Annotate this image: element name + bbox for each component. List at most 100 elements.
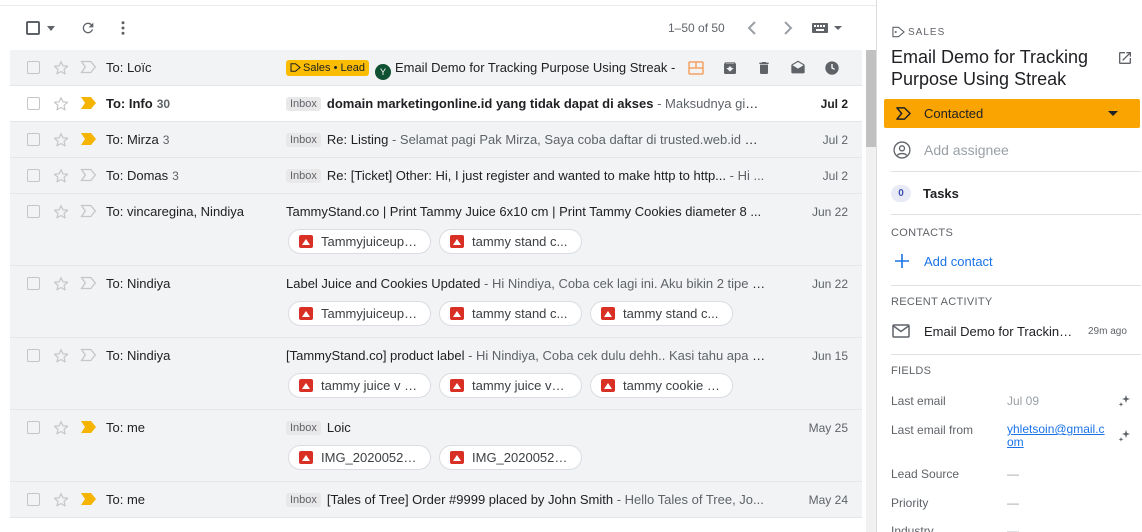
row-recipients: To: Nindiya — [106, 276, 170, 291]
select-all-checkbox[interactable] — [26, 21, 40, 35]
row-checkbox[interactable] — [27, 205, 40, 218]
recipient-text: To: vincaregina, Nindiya — [106, 204, 245, 219]
list-scrollbar-thumb[interactable] — [866, 50, 876, 147]
recipient-text: To: Domas — [106, 168, 169, 183]
newer-chevron-icon[interactable] — [744, 19, 760, 37]
field-last-email[interactable]: Last email Jul 09 — [891, 394, 1141, 410]
input-tools-keyboard-icon[interactable] — [812, 21, 844, 35]
box-title[interactable]: Email Demo for Tracking Purpose Using St… — [891, 46, 1101, 90]
star-icon[interactable] — [52, 275, 70, 293]
star-icon[interactable] — [52, 131, 70, 149]
add-contact-button[interactable]: Add contact — [894, 253, 993, 269]
field-value-email-link[interactable]: yhletsoin@gmail.com — [1007, 423, 1107, 449]
attachment-chip[interactable]: tammy stand c... — [439, 301, 582, 326]
field-last-email-from[interactable]: Last email from yhletsoin@gmail.com — [891, 423, 1141, 451]
thread-row[interactable]: To: Nindiya [TammyStand.co] product label… — [10, 338, 862, 410]
star-icon[interactable] — [52, 59, 70, 77]
importance-marker-on-icon[interactable] — [80, 492, 97, 508]
streak-box-label[interactable]: Sales • Lead — [286, 60, 369, 76]
streak-box-icon[interactable] — [686, 58, 706, 78]
snooze-clock-icon[interactable] — [822, 58, 842, 78]
star-icon[interactable] — [52, 95, 70, 113]
row-checkbox[interactable] — [27, 493, 40, 506]
snippet-text: - Hi Nindiya, Coba cek dulu dehh.. Kasi … — [464, 348, 766, 363]
inbox-label-chip[interactable]: Inbox — [286, 421, 321, 435]
field-industry[interactable]: Industry — — [891, 524, 1141, 532]
refresh-icon[interactable] — [79, 19, 97, 37]
older-chevron-icon[interactable] — [780, 19, 796, 37]
attachment-name: tammy juice v 6... — [321, 378, 420, 393]
importance-marker-on-icon[interactable] — [80, 96, 97, 112]
contacts-header: CONTACTS — [891, 227, 954, 239]
attachment-chip[interactable]: IMG_20200525... — [288, 445, 431, 470]
inbox-label-chip[interactable]: Inbox — [286, 493, 321, 507]
row-checkbox[interactable] — [27, 169, 40, 182]
delete-icon[interactable] — [754, 58, 774, 78]
row-checkbox[interactable] — [27, 349, 40, 362]
thread-row[interactable]: To: Loïc Sales • Lead Y Email Demo for Trac… — [10, 50, 862, 86]
star-icon[interactable] — [52, 419, 70, 437]
thread-row[interactable]: To: Mirza 3 Inbox Re: Listing - Selamat pag… — [10, 122, 862, 158]
thread-row[interactable]: To: vincaregina, Nindiya TammyStand.co | … — [10, 194, 862, 266]
thread-row[interactable]: To: me Inbox [Tales of Tree] Order #9999 p… — [10, 482, 862, 518]
inbox-label-chip[interactable]: Inbox — [286, 133, 321, 147]
row-date: Jul 2 — [822, 169, 848, 183]
inbox-label-chip[interactable]: Inbox — [286, 169, 321, 183]
row-recipients: To: vincaregina, Nindiya — [106, 204, 244, 219]
attachment-chip[interactable]: IMG_20200525... — [439, 445, 582, 470]
thread-count: 30 — [156, 97, 171, 111]
row-checkbox[interactable] — [27, 133, 40, 146]
star-icon[interactable] — [52, 167, 70, 185]
pipeline-label[interactable]: SALES — [892, 26, 945, 38]
row-checkbox[interactable] — [27, 421, 40, 434]
open-external-icon[interactable] — [1117, 50, 1133, 66]
image-file-icon — [299, 235, 313, 248]
mark-as-read-icon[interactable] — [788, 58, 808, 78]
thread-row[interactable]: To: Nindiya Label Juice and Cookies Updat… — [10, 266, 862, 338]
row-hover-actions — [686, 58, 842, 78]
thread-row[interactable]: To: Info 30 Inbox domain marketingonline.id… — [10, 86, 862, 122]
field-label: Last email — [891, 394, 946, 408]
attachment-name: tammy stand c... — [472, 234, 568, 249]
importance-marker-off-icon[interactable] — [80, 276, 97, 292]
subject-text: [TammyStand.co] product label — [286, 348, 465, 363]
importance-marker-off-icon[interactable] — [80, 60, 97, 76]
sender-avatar: Y — [374, 64, 391, 80]
star-icon[interactable] — [52, 347, 70, 365]
attachment-chip[interactable]: tammy juice v5.... — [439, 373, 582, 398]
recent-activity-header: RECENT ACTIVITY — [891, 296, 993, 308]
star-icon[interactable] — [52, 491, 70, 509]
add-assignee-field[interactable]: Add assignee — [892, 140, 1009, 160]
attachment-chip[interactable]: tammy stand c... — [439, 229, 582, 254]
row-checkbox[interactable] — [27, 97, 40, 110]
more-options-icon[interactable] — [114, 19, 132, 37]
importance-marker-on-icon[interactable] — [80, 132, 97, 148]
importance-marker-off-icon[interactable] — [80, 168, 97, 184]
thread-row[interactable]: To: Domas 3 Inbox Re: [Ticket] Other: Hi, I… — [10, 158, 862, 194]
field-priority[interactable]: Priority — — [891, 496, 1141, 512]
image-file-icon — [450, 451, 464, 464]
importance-marker-off-icon[interactable] — [80, 348, 97, 364]
attachment-chip[interactable]: tammy cookie v... — [590, 373, 733, 398]
importance-marker-on-icon[interactable] — [80, 420, 97, 436]
divider — [891, 285, 1141, 286]
thread-row[interactable]: To: me Inbox Loic May 25 IMG_20200525... IMG_… — [10, 410, 862, 482]
inbox-label-chip[interactable]: Inbox — [286, 97, 321, 111]
attachment-chip[interactable]: Tammyjuiceupd... — [288, 229, 431, 254]
row-date: Jul 2 — [820, 97, 848, 111]
star-icon[interactable] — [52, 203, 70, 221]
attachment-name: tammy stand c... — [472, 306, 568, 321]
row-recipients: To: me — [106, 420, 145, 435]
activity-item[interactable]: Email Demo for Tracking ... 29m ago — [892, 321, 1137, 341]
attachment-chip[interactable]: tammy juice v 6... — [288, 373, 431, 398]
attachment-chip[interactable]: Tammyjuiceupd... — [288, 301, 431, 326]
row-checkbox[interactable] — [27, 277, 40, 290]
archive-icon[interactable] — [720, 58, 740, 78]
attachment-chip[interactable]: tammy stand c... — [590, 301, 733, 326]
select-dropdown-icon[interactable] — [46, 24, 56, 32]
stage-dropdown[interactable]: Contacted — [884, 99, 1140, 128]
field-lead-source[interactable]: Lead Source — — [891, 467, 1141, 483]
row-checkbox[interactable] — [27, 61, 40, 74]
importance-marker-off-icon[interactable] — [80, 204, 97, 220]
tasks-section[interactable]: 0 Tasks — [891, 185, 959, 202]
